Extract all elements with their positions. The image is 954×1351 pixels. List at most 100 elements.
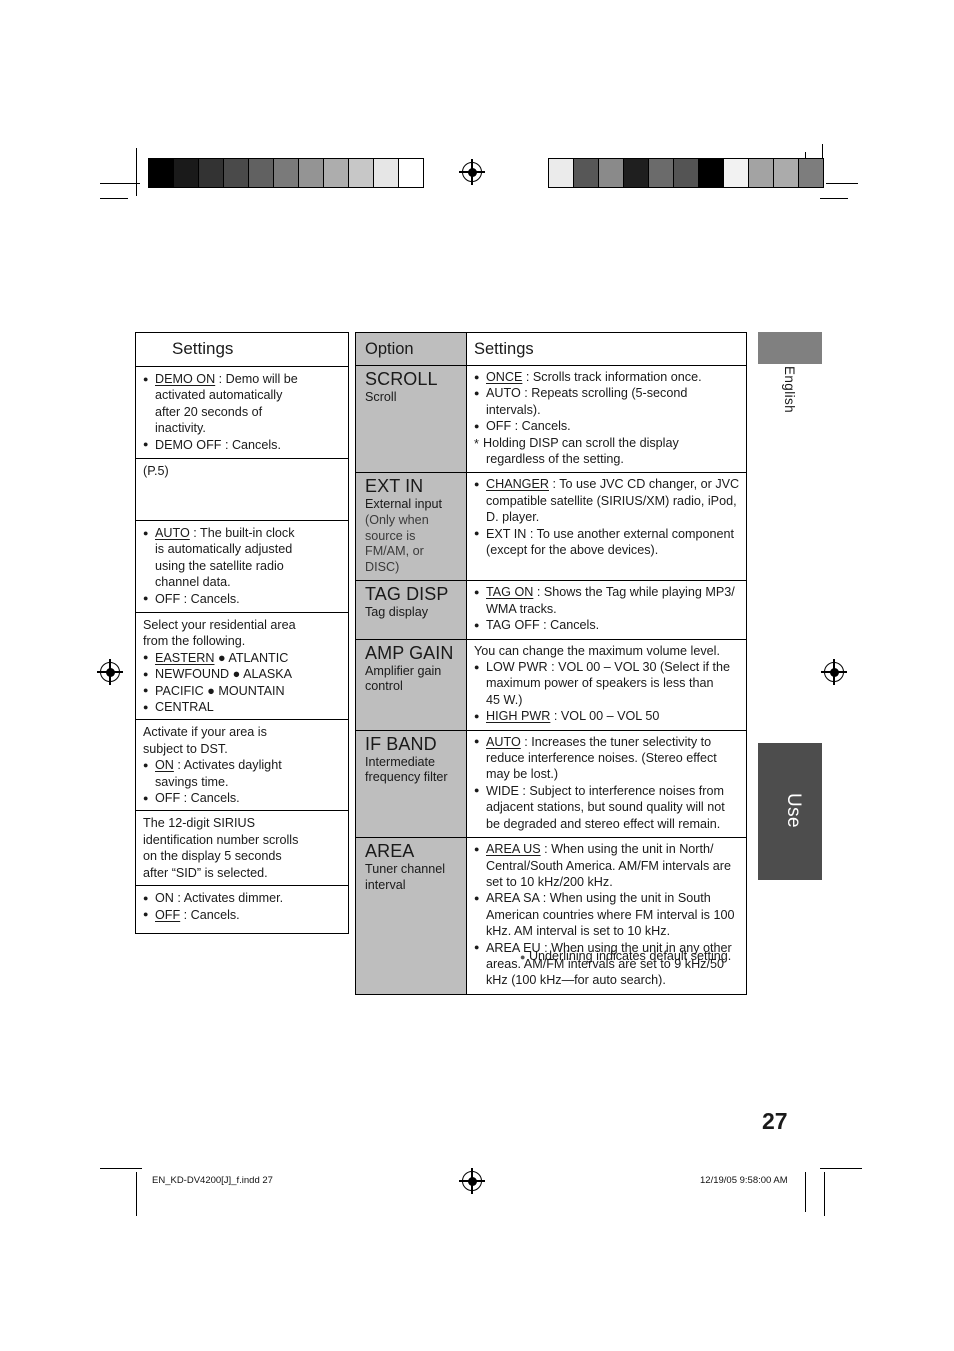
continuation-line: using the satellite radio — [155, 558, 284, 573]
option-description: Scroll — [365, 390, 397, 404]
option-code: AMP GAIN — [365, 642, 454, 663]
table-row: IF BANDIntermediate frequency filter AUTO… — [356, 730, 746, 839]
continuation-line: kHz. AM interval is set to 10 kHz. — [486, 924, 671, 939]
option-description: Tag display — [365, 605, 429, 620]
continuation-line: be degraded and stereo effect will remai… — [486, 816, 721, 831]
bullet-line: LOW PWR : VOL 00 – VOL 30 (Select if the — [474, 659, 740, 676]
calibration-swatch — [799, 159, 823, 187]
table-header-row: Option Settings — [356, 333, 746, 366]
bullet-line: OFF : Cancels. — [143, 590, 342, 607]
bullet-line: WIDE : Subject to interference noises fr… — [474, 782, 740, 799]
continuation-line: regardless of the setting. — [486, 452, 624, 467]
option-code: AREA — [365, 841, 415, 862]
option-cell: IF BAND Intermediate frequency filter — [356, 730, 467, 838]
continuation-line: inactivity. — [155, 421, 206, 436]
column-header-settings: Settings — [172, 339, 234, 358]
bullet-line: ON : Activates daylight — [143, 757, 342, 774]
default-setting-token: HIGH PWR — [486, 709, 551, 724]
bullet-line: AUTO : The built-in clock — [143, 524, 342, 541]
settings-cell: Activate if your area issubject to DST.O… — [136, 720, 348, 810]
bullet-line: CENTRAL — [143, 699, 342, 716]
option-description: Amplifier gain control — [365, 663, 442, 694]
calibration-swatch — [174, 159, 199, 187]
settings-table-left: Settings DEMO ON : Demo will beactivated … — [135, 332, 349, 935]
continuation-line: American countries where FM interval is … — [486, 907, 735, 922]
continuation-line: intervals). — [486, 402, 541, 417]
bullet-line: AUTO : Repeats scrolling (5-second — [474, 385, 740, 402]
registration-mark-bottom-center — [459, 1168, 485, 1194]
bullet-line: DEMO OFF : Cancels. — [143, 436, 342, 453]
default-setting-token: CHANGER — [486, 477, 549, 492]
bullet-line: NEWFOUND ● ALASKA — [143, 666, 342, 683]
crop-mark-bottom-right-vertical-a — [805, 1172, 807, 1212]
continuation-line: maximum power of speakers is less than — [486, 676, 714, 691]
default-setting-token: ONCE — [486, 370, 523, 384]
crop-mark-bottom-left-vertical — [136, 1172, 138, 1216]
continuation-line: D. player. — [486, 510, 540, 525]
default-setting-token: DEMO ON — [155, 372, 216, 386]
crop-mark-bottom-left-horizontal — [100, 1168, 142, 1170]
table-row: DEMO ON : Demo will beactivated automati… — [136, 367, 348, 459]
calibration-swatch — [224, 159, 249, 187]
bullet-line: TAG OFF : Cancels. — [474, 617, 740, 634]
bullet-line: PACIFIC ● MOUNTAIN — [143, 682, 342, 699]
default-setting-token: AUTO — [486, 734, 521, 749]
calibration-swatch — [349, 159, 374, 187]
text-line: Activate if your area is — [143, 725, 267, 740]
table-header-row: Settings — [136, 333, 348, 367]
text-line: The 12-digit SIRIUS — [143, 816, 255, 831]
calibration-swatch — [374, 159, 399, 187]
continuation-line: WMA tracks. — [486, 601, 557, 616]
bullet-line: ONCE : Scrolls track information once. — [474, 368, 740, 385]
crop-mark-top-left-horizontal-b — [100, 198, 128, 200]
calibration-swatch — [274, 159, 299, 187]
crop-mark-top-right-horizontal-b — [820, 198, 848, 200]
settings-cell: The 12-digit SIRIUS identification number… — [136, 811, 348, 885]
registration-mark-right-middle — [821, 659, 847, 685]
bullet-line: OFF : Cancels. — [474, 418, 740, 435]
settings-cell: AREA US : When using the unit in North/C… — [467, 838, 746, 994]
bullet-line: OFF : Cancels. — [143, 790, 342, 807]
calibration-swatch — [749, 159, 774, 187]
grayscale-calibration-strip-left — [148, 158, 424, 188]
option-cell: TAG DISP Tag display — [356, 581, 467, 639]
text-line: after “SID” is selected. — [143, 865, 268, 880]
default-setting-token: AREA US — [486, 842, 541, 857]
continuation-line: after 20 seconds of — [155, 404, 263, 419]
settings-cell: TAG ON : Shows the Tag while playing MP3… — [467, 581, 746, 638]
table-row: TAG DISPTag display TAG ON : Shows the Ta… — [356, 581, 746, 640]
table-row: (P.5) — [136, 459, 348, 521]
footer-file-name: EN_KD-DV4200[J]_f.indd 27 — [152, 1175, 273, 1186]
calibration-swatch — [724, 159, 749, 187]
calibration-swatch — [774, 159, 799, 187]
option-cell: EXT IN External input (Only when source is… — [356, 473, 467, 581]
continuation-line: 45 W.) — [486, 692, 523, 707]
crop-mark-top-right-horizontal-a — [826, 183, 858, 185]
crop-mark-bottom-right-vertical-b — [824, 1172, 826, 1216]
calibration-swatch — [574, 159, 599, 187]
calibration-swatch — [624, 159, 649, 187]
grayscale-calibration-strip-right — [548, 158, 824, 188]
language-tab-label: English — [782, 366, 797, 414]
continuation-line: activated automatically — [155, 388, 283, 403]
text-line: identification number scrolls — [143, 832, 299, 847]
default-setting-token: OFF — [155, 907, 181, 922]
settings-cell: CHANGER : To use JVC CD changer, or JVCc… — [467, 473, 746, 580]
calibration-swatch — [399, 159, 423, 187]
option-cell: SCROLL Scroll — [356, 366, 467, 473]
continuation-line: adjacent stations, but sound quality wil… — [486, 800, 725, 815]
crop-mark-bottom-right-horizontal — [820, 1168, 862, 1170]
option-description: Tuner channel interval — [365, 862, 446, 892]
calibration-swatch — [649, 159, 674, 187]
settings-cell: Select your residential area from the fol… — [136, 613, 348, 719]
continuation-line: Central/South America. AM/FM intervals a… — [486, 858, 731, 873]
bullet-line: AREA US : When using the unit in North/ — [474, 841, 740, 858]
footnote-default-setting: ● Underlining indicates default setting. — [520, 948, 731, 965]
text-line: subject to DST. — [143, 741, 228, 756]
option-code: TAG DISP — [365, 584, 449, 605]
table-row: AUTO : The built-in clockis automaticall… — [136, 521, 348, 613]
calibration-swatch — [549, 159, 574, 187]
table-row: AMP GAIN Amplifier gain control You can ch… — [356, 639, 746, 731]
default-setting-token: AUTO — [155, 526, 190, 540]
default-setting-token: EASTERN — [155, 650, 215, 665]
